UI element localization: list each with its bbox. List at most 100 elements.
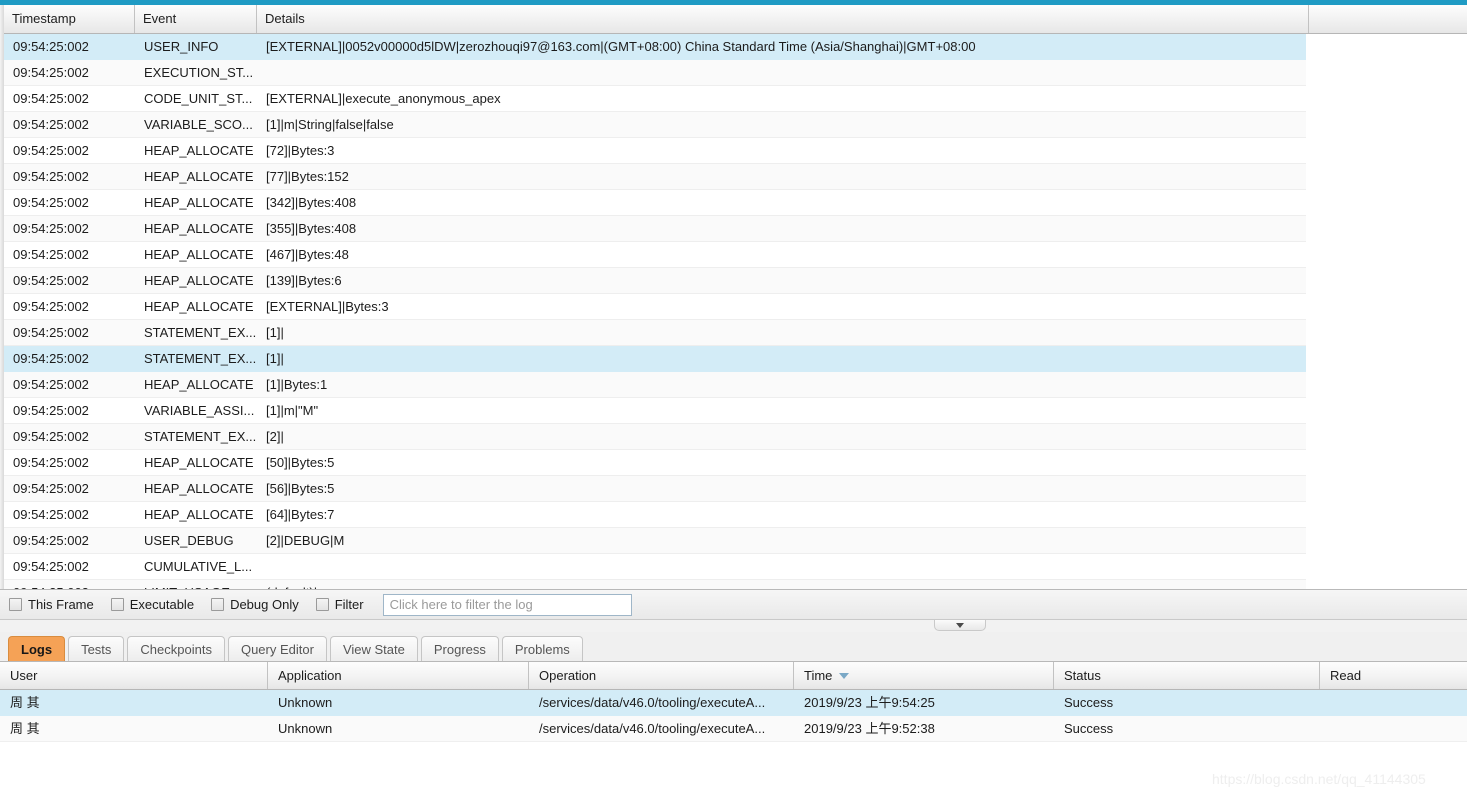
logs-list-row[interactable]: 周 其 Unknown/services/data/v46.0/tooling/e…	[0, 690, 1467, 716]
log-row[interactable]: 09:54:25:002LIMIT_USAGE(default)|	[4, 580, 1306, 589]
log-cell-details: [139]|Bytes:6	[266, 273, 342, 288]
log-grid-body[interactable]: 09:54:25:002 USER_INFO [EXTERNAL]|0052v000…	[4, 34, 1467, 589]
checkbox-this-frame[interactable]: This Frame	[9, 597, 94, 612]
log-grid-header: Timestamp Event Details	[4, 5, 1467, 34]
collapse-panel-button[interactable]	[934, 620, 986, 631]
tab-progress[interactable]: Progress	[420, 636, 499, 661]
log-cell-timestamp: 09:54:25:002	[13, 39, 89, 54]
log-cell-event: STATEMENT_EX...	[144, 351, 257, 366]
log-cell-details: [1]|	[266, 325, 284, 340]
tab-query-editor[interactable]: Query Editor	[227, 636, 327, 661]
log-row[interactable]: 09:54:25:002 HEAP_ALLOCATE [139]|Bytes:6	[4, 268, 1306, 294]
tab-problems[interactable]: Problems	[501, 636, 583, 661]
log-row[interactable]: 09:54:25:002 HEAP_ALLOCATE [64]|Bytes:7	[4, 502, 1306, 528]
column-header-event[interactable]: Event	[135, 5, 257, 33]
log-cell-timestamp: 09:54:25:002	[13, 377, 89, 392]
log-row[interactable]: 09:54:25:002 STATEMENT_EX... [1]|	[4, 320, 1306, 346]
log-row[interactable]: 09:54:25:002 HEAP_ALLOCATE [56]|Bytes:5	[4, 476, 1306, 502]
log-cell-event: HEAP_ALLOCATE	[144, 273, 254, 288]
log-cell-timestamp: 09:54:25:002	[13, 403, 89, 418]
log-row[interactable]: 09:54:25:002 USER_DEBUG [2]|DEBUG|M	[4, 528, 1306, 554]
tab-tests[interactable]: Tests	[68, 636, 125, 661]
tab-logs[interactable]: Logs	[8, 636, 66, 661]
log-cell-details: [56]|Bytes:5	[266, 481, 335, 496]
log-row[interactable]: 09:54:25:002 HEAP_ALLOCATE [77]|Bytes:152	[4, 164, 1306, 190]
checkbox-label-filter: Filter	[334, 597, 364, 612]
log-row[interactable]: 09:54:25:002 CUMULATIVE_L...	[4, 554, 1306, 580]
log-detail-panel: Timestamp Event Details 09:54:25:002 USER…	[0, 5, 1467, 589]
cell-time: 2019/9/23 上午9:52:38	[804, 721, 935, 736]
tab-view-state[interactable]: View State	[329, 636, 418, 661]
log-row[interactable]: 09:54:25:002 HEAP_ALLOCATE [50]|Bytes:5	[4, 450, 1306, 476]
log-cell-event: USER_INFO	[144, 39, 219, 54]
log-cell-details: [1]|m|String|false|false	[266, 117, 394, 132]
log-cell-event: HEAP_ALLOCATE	[144, 247, 254, 262]
log-cell-details: [72]|Bytes:3	[266, 143, 335, 158]
log-cell-details: (default)|	[257, 580, 1306, 589]
log-row[interactable]: 09:54:25:002 EXECUTION_ST...	[4, 60, 1306, 86]
log-cell-timestamp: 09:54:25:002	[13, 143, 89, 158]
column-header-status[interactable]: Status	[1054, 662, 1320, 689]
log-row[interactable]: 09:54:25:002 HEAP_ALLOCATE [467]|Bytes:48	[4, 242, 1306, 268]
log-row[interactable]: 09:54:25:002 HEAP_ALLOCATE [1]|Bytes:1	[4, 372, 1306, 398]
log-row[interactable]: 09:54:25:002 STATEMENT_EX... [2]|	[4, 424, 1306, 450]
log-cell-details: [64]|Bytes:7	[266, 507, 335, 522]
log-filter-input[interactable]	[382, 593, 632, 616]
cell-application: Unknown	[278, 695, 333, 710]
column-header-time-label: Time	[804, 668, 833, 683]
column-header-details[interactable]: Details	[257, 5, 1309, 33]
log-cell-details: [EXTERNAL]|Bytes:3	[266, 299, 389, 314]
logs-list-body[interactable]: 周 其 Unknown/services/data/v46.0/tooling/e…	[0, 690, 1467, 742]
column-header-operation[interactable]: Operation	[529, 662, 794, 689]
log-row[interactable]: 09:54:25:002 HEAP_ALLOCATE [EXTERNAL]|Byte…	[4, 294, 1306, 320]
log-cell-event: LIMIT_USAGE	[135, 580, 257, 589]
checkbox-box-icon[interactable]	[315, 598, 329, 611]
cell-operation: /services/data/v46.0/tooling/executeA...	[539, 695, 766, 710]
cell-operation: /services/data/v46.0/tooling/executeA...	[539, 721, 766, 736]
log-row[interactable]: 09:54:25:002 VARIABLE_ASSI... [1]|m|"M"	[4, 398, 1306, 424]
log-cell-details: [342]|Bytes:408	[266, 195, 357, 210]
log-cell-details: [1]|m|"M"	[266, 403, 319, 418]
log-cell-timestamp: 09:54:25:002	[13, 299, 89, 314]
log-cell-timestamp: 09:54:25:002	[13, 481, 89, 496]
log-row[interactable]: 09:54:25:002 HEAP_ALLOCATE [72]|Bytes:3	[4, 138, 1306, 164]
log-cell-details: [EXTERNAL]|execute_anonymous_apex	[266, 91, 501, 106]
log-row[interactable]: 09:54:25:002 HEAP_ALLOCATE [342]|Bytes:408	[4, 190, 1306, 216]
tab-checkpoints[interactable]: Checkpoints	[127, 636, 225, 661]
column-header-timestamp[interactable]: Timestamp	[4, 5, 135, 33]
checkbox-box-icon[interactable]	[9, 598, 22, 611]
checkbox-box-icon[interactable]	[110, 598, 124, 611]
log-cell-timestamp: 09:54:25:002	[13, 65, 89, 80]
checkbox-label-this-frame: This Frame	[28, 597, 94, 612]
column-header-user[interactable]: User	[0, 662, 268, 689]
log-cell-details: [50]|Bytes:5	[266, 455, 335, 470]
log-cell-event: VARIABLE_SCO...	[144, 117, 253, 132]
cell-time: 2019/9/23 上午9:54:25	[804, 695, 935, 710]
checkbox-debug-only[interactable]: Debug Only	[211, 597, 299, 612]
log-cell-event: CUMULATIVE_L...	[144, 559, 253, 574]
log-row[interactable]: 09:54:25:002 VARIABLE_SCO... [1]|m|String|…	[4, 112, 1306, 138]
log-cell-timestamp: 09:54:25:002	[4, 580, 135, 589]
log-cell-details: [2]|DEBUG|M	[266, 533, 345, 548]
log-cell-event: HEAP_ALLOCATE	[144, 143, 254, 158]
checkbox-executable[interactable]: Executable	[110, 597, 194, 612]
checkbox-box-icon[interactable]	[211, 598, 225, 611]
log-cell-timestamp: 09:54:25:002	[13, 247, 89, 262]
log-row[interactable]: 09:54:25:002 HEAP_ALLOCATE [355]|Bytes:408	[4, 216, 1306, 242]
column-header-time[interactable]: Time	[794, 662, 1054, 689]
cell-status: Success	[1064, 695, 1114, 710]
log-cell-timestamp: 09:54:25:002	[13, 273, 89, 288]
log-row[interactable]: 09:54:25:002 USER_INFO [EXTERNAL]|0052v000…	[4, 34, 1306, 60]
column-header-application[interactable]: Application	[268, 662, 529, 689]
log-cell-timestamp: 09:54:25:002	[13, 221, 89, 236]
cell-read	[1320, 716, 1467, 741]
logs-list-row[interactable]: 周 其 Unknown/services/data/v46.0/tooling/e…	[0, 716, 1467, 742]
log-row[interactable]: 09:54:25:002 CODE_UNIT_ST... [EXTERNAL]|ex…	[4, 86, 1306, 112]
checkbox-filter[interactable]: Filter	[315, 597, 364, 612]
log-row[interactable]: 09:54:25:002 STATEMENT_EX... [1]|	[4, 346, 1306, 372]
log-cell-timestamp: 09:54:25:002	[13, 429, 89, 444]
bottom-tab-strip: Logs Tests Checkpoints Query Editor View Sta…	[0, 632, 1467, 662]
log-cell-event: STATEMENT_EX...	[144, 429, 257, 444]
log-cell-timestamp: 09:54:25:002	[13, 117, 89, 132]
column-header-read[interactable]: Read	[1320, 662, 1467, 689]
